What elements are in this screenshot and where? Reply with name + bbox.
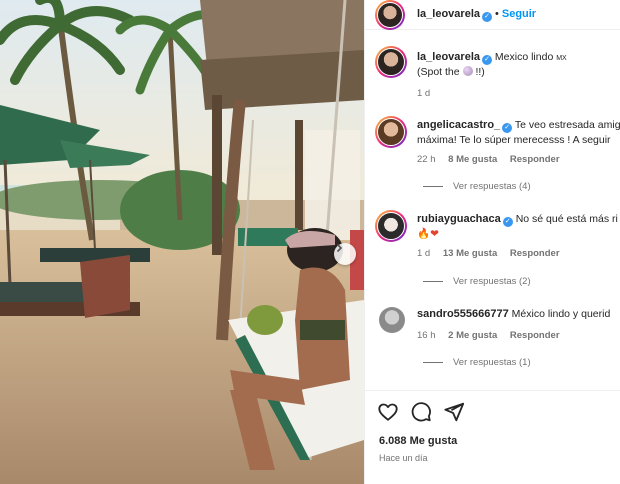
post-header: la_leovarela ✓ • Seguir (365, 0, 620, 30)
post-side-panel: la_leovarela ✓ • Seguir la_leovarela ✓ Mexic… (364, 0, 620, 484)
reply-button[interactable]: Responder (510, 154, 560, 165)
comment-meta: 22 h 8 Me gusta Responder (417, 154, 570, 165)
comment-text: México lindo y querid (511, 308, 611, 320)
caption-line2-end: !!) (475, 66, 485, 78)
commenter-avatar[interactable] (379, 307, 405, 333)
shell-emoji-icon (462, 66, 473, 76)
commenter-username[interactable]: angelicacastro_ (417, 119, 500, 131)
caption-avatar[interactable] (375, 46, 407, 78)
caption-line2-start: (Spot the (417, 66, 460, 78)
post-caption: la_leovarela ✓ Mexico lindo MX (Spot the … (365, 46, 620, 106)
comment-age: 1 d (417, 248, 431, 259)
flag-mx-icon: MX (556, 55, 567, 62)
comment-age: 22 h (417, 154, 436, 165)
post-timestamp[interactable]: Hace un día (379, 453, 428, 463)
caption-username[interactable]: la_leovarela (417, 51, 480, 63)
caption-text: Mexico lindo (494, 51, 554, 63)
comment-icon[interactable] (410, 401, 432, 423)
view-replies-button[interactable]: Ver respuestas (2) (423, 276, 531, 287)
comment-likes[interactable]: 13 Me gusta (443, 248, 497, 259)
caption-age: 1 d (417, 88, 431, 99)
post-likes-count[interactable]: 6.088 Me gusta (379, 435, 457, 447)
comment-meta: 16 h 2 Me gusta Responder (417, 330, 570, 341)
comment-item: sandro555666777 México lindo y querid 16… (365, 305, 620, 385)
reply-button[interactable]: Responder (510, 248, 560, 259)
beach-photo-illustration (0, 0, 364, 484)
commenter-username[interactable]: sandro555666777 (417, 308, 509, 320)
post-actions-bar: 6.088 Me gusta Hace un día (365, 390, 620, 484)
comment-text-line2: máxima! Te lo súper merecesss ! A seguir (417, 134, 611, 146)
author-avatar[interactable] (375, 0, 405, 30)
reply-button[interactable]: Responder (510, 330, 560, 341)
comment-text: Te veo estresada amig (514, 119, 620, 131)
comment-age: 16 h (417, 330, 436, 341)
commenter-username[interactable]: rubiayguachaca (417, 213, 501, 225)
comment-text: No sé qué está más ri (515, 213, 618, 225)
comment-likes[interactable]: 2 Me gusta (448, 330, 497, 341)
verified-badge-icon: ✓ (502, 217, 513, 227)
view-replies-button[interactable]: Ver respuestas (1) (423, 357, 531, 368)
follow-button[interactable]: Seguir (502, 8, 536, 20)
chevron-right-icon (336, 243, 343, 253)
share-icon[interactable] (443, 401, 465, 423)
comment-meta: 1 d 13 Me gusta Responder (417, 248, 570, 259)
commenter-avatar[interactable] (375, 116, 407, 148)
post-photo[interactable] (0, 0, 364, 484)
caption-meta: 1 d (417, 88, 440, 99)
separator-dot: • (495, 8, 499, 20)
verified-badge-icon: ✓ (482, 12, 492, 22)
heart-icon[interactable] (377, 401, 399, 423)
comment-likes[interactable]: 8 Me gusta (448, 154, 497, 165)
author-username[interactable]: la_leovarela (417, 8, 480, 20)
commenter-avatar[interactable] (375, 210, 407, 242)
comment-item: angelicacastro_ ✓ Te veo estresada amig m… (365, 116, 620, 196)
verified-badge-icon: ✓ (502, 123, 513, 133)
view-replies-button[interactable]: Ver respuestas (4) (423, 181, 531, 192)
verified-badge-icon: ✓ (482, 55, 492, 65)
next-photo-button[interactable] (334, 243, 356, 265)
comment-item: rubiayguachaca ✓ No sé qué está más ri 🔥❤… (365, 210, 620, 290)
fire-heart-emoji-icon: 🔥❤ (417, 228, 439, 240)
